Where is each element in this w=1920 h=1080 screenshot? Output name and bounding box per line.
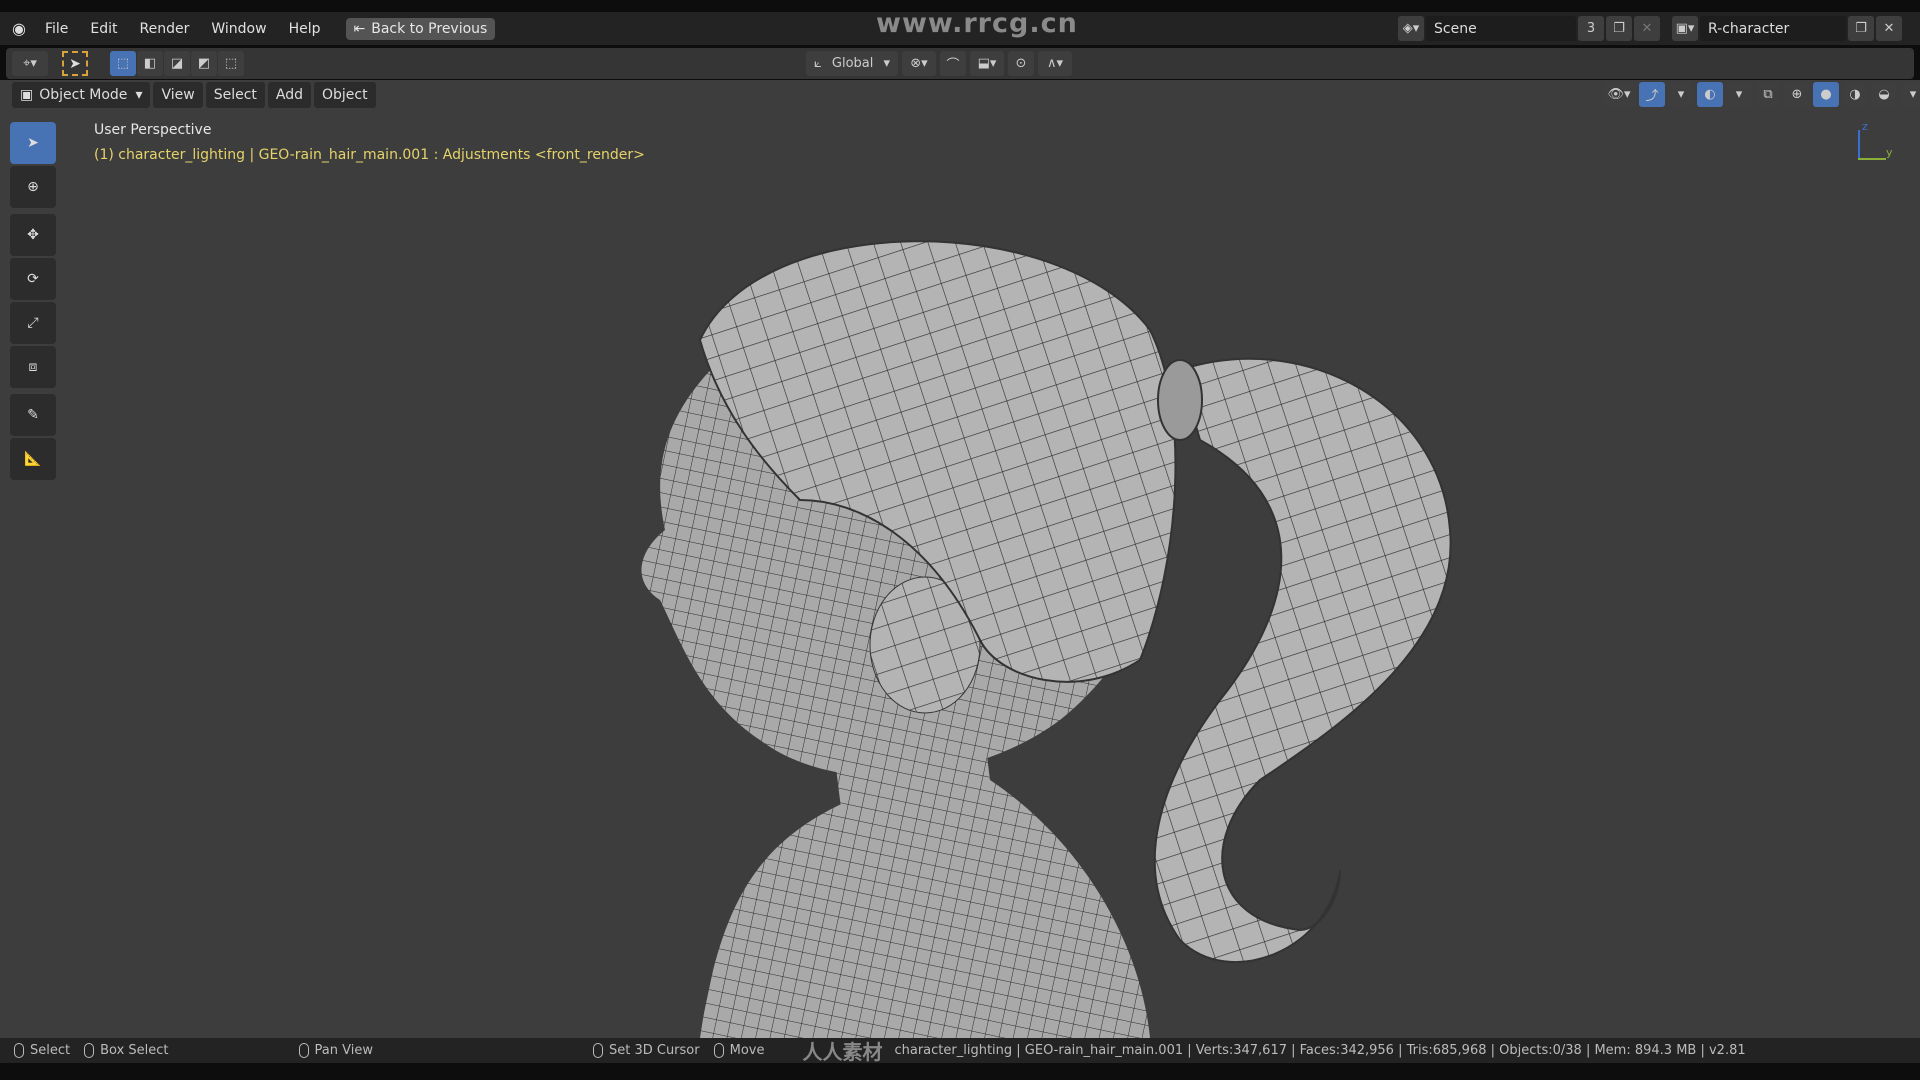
annotate-icon[interactable]: ✎ bbox=[10, 394, 56, 436]
falloff-icon[interactable]: ∧▾ bbox=[1038, 51, 1072, 76]
editor-type-icon[interactable]: ⌖▾ bbox=[12, 51, 48, 76]
mouse-right-icon bbox=[592, 1043, 603, 1058]
logo-watermark: 人人素材 bbox=[802, 1040, 883, 1064]
pivot-icon[interactable]: ⊗▾ bbox=[902, 51, 936, 76]
back-icon: ⇤ bbox=[353, 20, 366, 37]
scene-name-field[interactable]: Scene bbox=[1426, 16, 1576, 41]
xray-icon[interactable]: ⧉ bbox=[1755, 82, 1781, 107]
orientation-dropdown[interactable]: ⟀ Global ▾ bbox=[806, 51, 898, 76]
mouse-middle-icon bbox=[298, 1043, 309, 1058]
menu-window[interactable]: Window bbox=[200, 21, 277, 37]
delete-view-layer-icon[interactable]: ✕ bbox=[1876, 16, 1902, 41]
select-tool-icon[interactable]: ➤ bbox=[62, 51, 88, 76]
mode-dropdown[interactable]: ▣ Object Mode ▾ bbox=[12, 82, 151, 108]
character-mesh bbox=[641, 240, 1452, 1038]
material-shading-icon[interactable]: ◑ bbox=[1842, 82, 1868, 107]
move-icon[interactable]: ✥ bbox=[10, 214, 56, 256]
menu-view[interactable]: View bbox=[153, 82, 203, 108]
scene-statistics: character_lighting | GEO-rain_hair_main.… bbox=[894, 1043, 1746, 1058]
view-layer-icon[interactable]: ▣▾ bbox=[1672, 16, 1698, 41]
menu-edit[interactable]: Edit bbox=[79, 21, 128, 37]
menu-object[interactable]: Object bbox=[314, 82, 376, 108]
menu-add[interactable]: Add bbox=[267, 82, 312, 108]
status-bar: Select Box Select Pan View Set 3D Cursor… bbox=[0, 1038, 1920, 1064]
rotate-icon[interactable]: ⟳ bbox=[10, 258, 56, 300]
proportional-edit-icon[interactable]: ⊙ bbox=[1008, 51, 1034, 76]
gizmo-toggle-icon[interactable]: ⤴ bbox=[1639, 82, 1665, 107]
overlays-toggle-icon[interactable]: ◐ bbox=[1697, 82, 1723, 107]
new-view-layer-icon[interactable]: ❐ bbox=[1848, 16, 1874, 41]
orientation-icon: ⟀ bbox=[814, 56, 822, 71]
mode-intersect-icon[interactable]: ⬚ bbox=[218, 51, 244, 76]
hair-tie bbox=[1157, 359, 1203, 441]
mouse-right-drag-icon bbox=[713, 1043, 724, 1058]
ponytail bbox=[1153, 357, 1452, 964]
wireframe-shading-icon[interactable]: ⊕ bbox=[1784, 82, 1810, 107]
tool-settings-header: ⌖▾ ➤ ⬚ ◧ ◪ ◩ ⬚ ⟀ Global ▾ ⊗▾ ⌒ ⬓▾ ⊙ ∧▾ bbox=[6, 48, 1914, 79]
measure-icon[interactable]: 📐 bbox=[10, 438, 56, 480]
menu-file[interactable]: File bbox=[34, 21, 79, 37]
view-layer-field[interactable]: R-character bbox=[1700, 16, 1846, 41]
visibility-icon[interactable]: 👁▾ bbox=[1602, 82, 1636, 107]
watermark: www.rrcg.cn bbox=[876, 8, 1078, 39]
gizmo-dropdown[interactable]: ▾ bbox=[1668, 82, 1694, 107]
select-box-icon[interactable]: ➤ bbox=[10, 122, 56, 164]
toolbar: ➤ ⊕ ✥ ⟳ ⤢ ⧈ ✎ 📐 bbox=[10, 122, 60, 482]
menu-help[interactable]: Help bbox=[278, 21, 332, 37]
view-name: User Perspective bbox=[94, 122, 212, 138]
3d-viewport[interactable]: User Perspective (1) character_lighting … bbox=[0, 80, 1920, 1038]
menu-select[interactable]: Select bbox=[205, 82, 265, 108]
new-scene-icon[interactable]: ❐ bbox=[1606, 16, 1632, 41]
navigation-gizmo[interactable]: z y bbox=[1856, 120, 1896, 166]
menu-render[interactable]: Render bbox=[129, 21, 201, 37]
viewport-header: ▣ Object Mode ▾ View Select Add Object bbox=[12, 82, 376, 108]
mode-extend-icon[interactable]: ◧ bbox=[137, 51, 163, 76]
mode-invert-icon[interactable]: ◩ bbox=[191, 51, 217, 76]
transform-icon[interactable]: ⧈ bbox=[10, 346, 56, 388]
delete-scene-icon[interactable]: ✕ bbox=[1634, 16, 1660, 41]
shading-dropdown[interactable]: ▾ bbox=[1900, 82, 1920, 107]
object-mode-icon: ▣ bbox=[20, 87, 34, 103]
solid-shading-icon[interactable]: ● bbox=[1813, 82, 1839, 107]
mode-new-icon[interactable]: ⬚ bbox=[110, 51, 136, 76]
rendered-shading-icon[interactable]: ◒ bbox=[1871, 82, 1897, 107]
back-to-previous-button[interactable]: ⇤ Back to Previous bbox=[345, 17, 496, 40]
mouse-left-icon bbox=[14, 1043, 24, 1058]
object-info: (1) character_lighting | GEO-rain_hair_m… bbox=[94, 147, 645, 163]
snap-icon[interactable]: ⌒ bbox=[940, 51, 966, 76]
overlays-dropdown[interactable]: ▾ bbox=[1726, 82, 1752, 107]
mouse-drag-icon bbox=[84, 1043, 95, 1058]
snap-target-icon[interactable]: ⬓▾ bbox=[970, 51, 1004, 76]
blender-logo-icon[interactable]: ◉ bbox=[12, 19, 26, 38]
viewport-shading-controls: 👁▾ ⤴ ▾ ◐ ▾ ⧉ ⊕ ● ◑ ◒ ▾ bbox=[1602, 82, 1920, 107]
scale-icon[interactable]: ⤢ bbox=[10, 302, 56, 344]
mode-subtract-icon[interactable]: ◪ bbox=[164, 51, 190, 76]
cursor-icon[interactable]: ⊕ bbox=[10, 166, 56, 208]
scene-selector-icon[interactable]: ◈▾ bbox=[1398, 16, 1424, 41]
scene-users-count: 3 bbox=[1578, 16, 1604, 41]
